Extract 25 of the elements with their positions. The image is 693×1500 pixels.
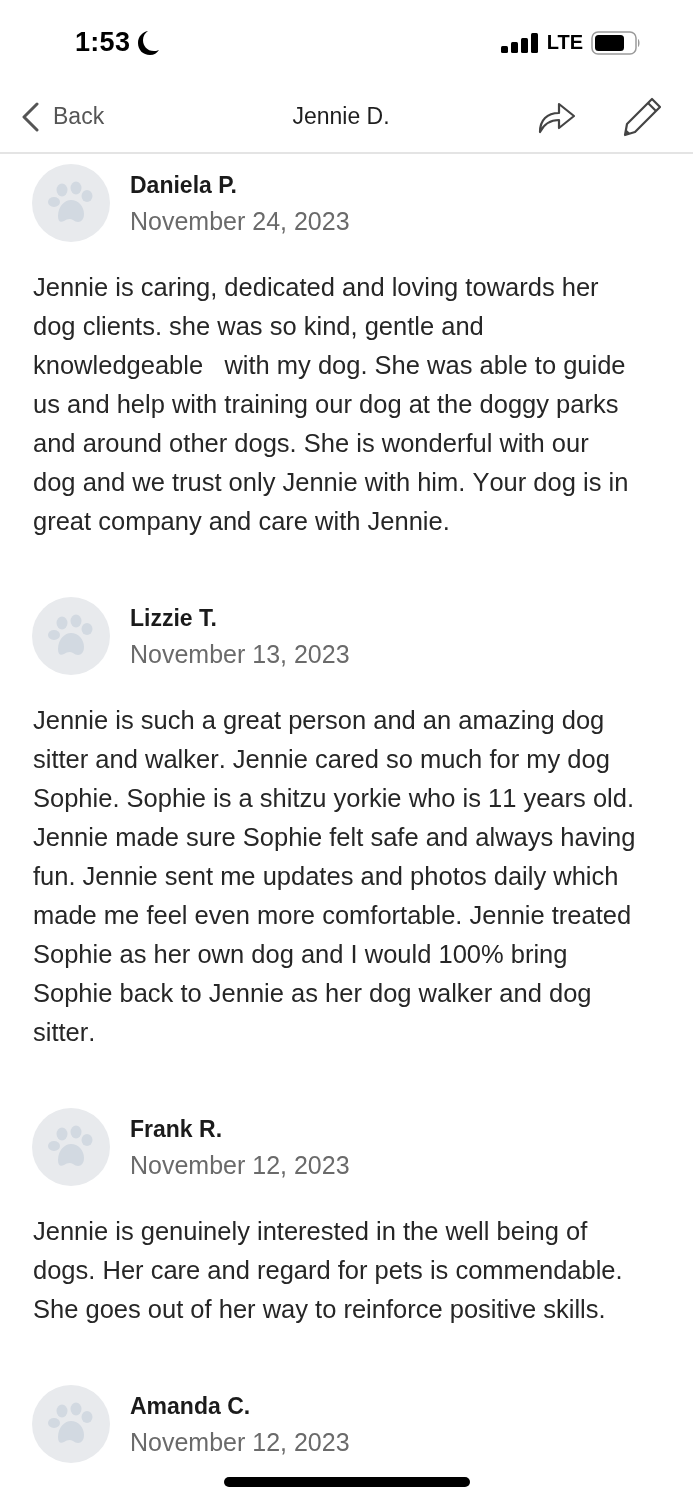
signal-icon: [500, 32, 539, 53]
reviewer-name: Daniela P.: [130, 171, 238, 200]
battery-icon: [591, 30, 641, 55]
reviewer-name: Lizzie T.: [130, 604, 218, 633]
reviewer-name: Amanda C.: [130, 1392, 252, 1421]
review-text: Jennie is caring, dedicated and loving towards her dog clients. she was so kind, gentle and knowledgeable with my dog. She was able to guide us and help with training our dog at the doggy parks and around other dogs. She is wonderful with our dog and we trust only Jennie with him. Your dog is in great company and care with Jennie.: [33, 272, 630, 537]
avatar-paw-icon: [32, 1385, 110, 1463]
back-button[interactable]: Back: [20, 101, 105, 132]
moon-icon: [137, 30, 160, 55]
reviewer-name: Frank R.: [130, 1115, 224, 1144]
pencil-icon: [622, 96, 662, 137]
review-date: November 24, 2023: [130, 206, 350, 237]
network-type: LTE: [546, 31, 583, 54]
edit-button[interactable]: [622, 96, 662, 137]
review-date: November 12, 2023: [130, 1150, 350, 1181]
review-text: Jennie is genuinely interested in the well being of dogs. Her care and regard for pets is commendable. She goes out of her way to reinforce positive skills.: [33, 1216, 624, 1325]
avatar-paw-icon: [32, 1108, 110, 1186]
review-date: November 13, 2023: [130, 639, 350, 670]
review-date: November 12, 2023: [130, 1427, 350, 1458]
status-time: 1:53: [75, 27, 131, 58]
chevron-left-icon: [20, 101, 40, 132]
review-text: Jennie is such a great person and an amazing dog sitter and walker. Jennie cared so much for my dog Sophie. Sophie is a shitzu yorkie who is 11 years old. Jennie made sure Sophie felt safe and always having fun. Jennie sent me updates and photos daily which made me feel even more comfortable. Jennie treated Sophie as her own dog and I would 100% bring Sophie back to Jennie as her dog walker and dog sitter.: [33, 705, 637, 1048]
avatar-paw-icon: [32, 597, 110, 675]
page-title: Jennie D.: [292, 103, 390, 130]
avatar-paw-icon: [32, 164, 110, 242]
